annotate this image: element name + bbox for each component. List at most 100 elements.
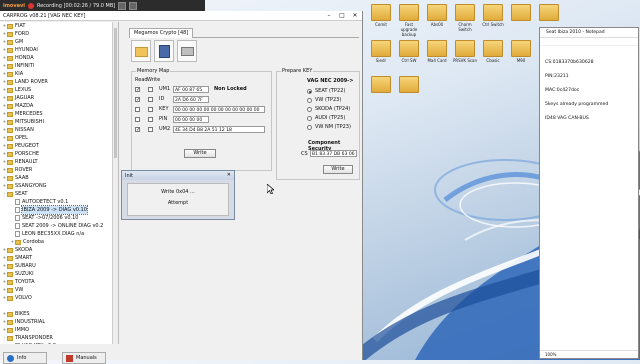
read-checkbox[interactable]: ✓ (135, 96, 140, 102)
tree-item[interactable]: SEAT 2009 -> ONLINE DIAG v0.2 (0, 222, 118, 230)
desktop-icon[interactable]: Ma4 Card (424, 40, 450, 63)
key-type-label: SEAT (TP22) (315, 88, 346, 94)
tree-item[interactable]: + HYUNDAI (0, 46, 118, 54)
memory-write-button[interactable]: Write (184, 149, 216, 158)
write-checkbox[interactable] (148, 116, 153, 122)
prepare-write-button[interactable]: Write (323, 165, 353, 174)
radio-button[interactable] (307, 115, 312, 121)
save-button[interactable] (154, 40, 174, 62)
tree-item-label: OPEL (15, 135, 28, 141)
tree-item[interactable]: + SSANGYONG (0, 182, 118, 190)
tree-item[interactable]: + IMMO (0, 326, 118, 334)
desktop-icon[interactable]: Charm Switch (452, 4, 478, 32)
tree-item[interactable]: AUTODETECT v0.1 (0, 198, 118, 206)
tree-item[interactable]: + Cordoba (0, 238, 118, 246)
memory-value-field[interactable]: 2A D6 60 7F (173, 96, 209, 103)
read-checkbox[interactable] (135, 106, 140, 112)
tab-megamos-crypto[interactable]: Megamos Crypto [48] (129, 28, 194, 38)
tree-item[interactable]: + LAND ROVER (0, 78, 118, 86)
memory-value-field[interactable]: 00 00 00 00 00 00 00 00 00 00 00 00 (173, 106, 265, 113)
desktop-icon[interactable]: PRSVK Scan (452, 40, 478, 63)
tree-item[interactable]: + SMART (0, 254, 118, 262)
write-checkbox[interactable] (148, 86, 153, 92)
record-icon[interactable] (27, 2, 34, 9)
tree-item[interactable]: + JAGUAR (0, 94, 118, 102)
tree-item[interactable]: + PORSCHE (0, 150, 118, 158)
stop-icon[interactable] (129, 1, 138, 10)
tree-item[interactable]: SEAT ->07/2006 v0.10 (0, 214, 118, 222)
key-type-option[interactable]: SKODA (TP24) (307, 105, 350, 113)
memory-value-field[interactable]: 00 00 00 00 (173, 116, 209, 123)
pause-icon[interactable] (118, 1, 127, 10)
key-type-option[interactable]: VW NM (TP23) (307, 123, 351, 131)
tree-item[interactable]: + KIA (0, 70, 118, 78)
tree-item[interactable]: + SKODA (0, 246, 118, 254)
desktop-icon[interactable]: M90 (508, 40, 534, 63)
desktop-icon[interactable]: Ctrl SW (396, 40, 422, 63)
key-type-option[interactable]: VW (TP23) (307, 96, 341, 104)
cs-field[interactable]: B1 83 37 DB 63 06 28 (310, 150, 357, 157)
write-checkbox[interactable] (148, 126, 153, 132)
key-type-option[interactable]: SEAT (TP22) (307, 87, 345, 95)
desktop-icon[interactable] (536, 4, 562, 22)
tree-item[interactable]: + OPEL (0, 134, 118, 142)
tree-item[interactable]: + GM (0, 38, 118, 46)
tree-item[interactable]: + BIKES (0, 310, 118, 318)
tree-item[interactable]: + PEUGEOT (0, 142, 118, 150)
tree-item[interactable]: + INDUSTRIAL (0, 318, 118, 326)
radio-button[interactable] (307, 106, 312, 112)
memory-value-field[interactable]: AF 00 87 65 (173, 86, 209, 93)
memory-value-field[interactable]: 4E 34 D4 B8 2A 51 12 18 (173, 126, 265, 133)
tree-item[interactable]: + SUZUKI (0, 270, 118, 278)
print-button[interactable] (177, 40, 197, 62)
info-button[interactable]: Info (3, 352, 47, 364)
radio-button[interactable] (307, 124, 312, 130)
tree-item[interactable]: + MERCEDES (0, 110, 118, 118)
radio-button[interactable] (307, 88, 312, 94)
tree-item[interactable]: VAG KEY v0.8 (0, 342, 118, 344)
tree-item[interactable]: - TRANSPONDER (0, 334, 118, 342)
read-checkbox[interactable]: ✓ (135, 126, 140, 132)
maximize-icon[interactable]: □ (337, 11, 347, 21)
minimize-icon[interactable]: – (324, 11, 334, 21)
tree-item[interactable]: + HONDA (0, 54, 118, 62)
tree-item[interactable]: LEON BEC35XX DIAG n/a (0, 230, 118, 238)
tree-item[interactable]: + MAZDA (0, 102, 118, 110)
read-checkbox[interactable]: ✓ (135, 86, 140, 92)
tree-item[interactable]: + TOYOTA (0, 278, 118, 286)
radio-button[interactable] (307, 97, 312, 103)
read-checkbox[interactable] (135, 116, 140, 122)
tree-item[interactable]: + MITSUBISHI (0, 118, 118, 126)
desktop-icon[interactable]: Fast upgrade backup (396, 4, 422, 37)
tree-item[interactable]: IBIZA 2009 -> DIAG v0.10 (0, 205, 118, 215)
close-icon[interactable]: ✕ (350, 11, 360, 21)
tree-item[interactable]: + ROVER (0, 166, 118, 174)
tree-item[interactable]: + INFINITI (0, 62, 118, 70)
desktop-icon[interactable]: Siedr (368, 40, 394, 63)
desktop-icon[interactable]: Abs00 (424, 4, 450, 27)
tree-item[interactable]: + FORD (0, 30, 118, 38)
write-checkbox[interactable] (148, 96, 153, 102)
desktop-icon[interactable] (368, 76, 394, 94)
tree-item[interactable]: + SAAB (0, 174, 118, 182)
tree-scrollbar[interactable] (112, 22, 118, 344)
dialog-close-icon[interactable]: ✕ (227, 171, 231, 180)
write-checkbox[interactable] (148, 106, 153, 112)
tree-item[interactable]: + SUBARU (0, 262, 118, 270)
tree-item[interactable]: + VOLVO (0, 294, 118, 302)
desktop-icon[interactable]: Ctrl Switch (480, 4, 506, 27)
tree-item[interactable]: + VW (0, 286, 118, 294)
desktop-icon[interactable]: Cbasic (480, 40, 506, 63)
desktop-icon[interactable] (396, 76, 422, 94)
desktop-icon[interactable]: Comit (368, 4, 394, 27)
notepad-text[interactable]: CS:0183370b630628 PIN:23211 MAC:0c427doc 5k… (545, 56, 608, 126)
tree-item[interactable]: + NISSAN (0, 126, 118, 134)
tree-item[interactable]: + LEXUS (0, 86, 118, 94)
manuals-button[interactable]: Manuals (62, 352, 106, 364)
tree-item[interactable]: + RENAULT (0, 158, 118, 166)
tree-item[interactable]: - SEAT (0, 190, 118, 198)
open-folder-button[interactable] (131, 40, 151, 62)
tree-item[interactable]: + FIAT (0, 22, 118, 30)
key-type-option[interactable]: AUDI (TP25) (307, 114, 345, 122)
desktop-icon[interactable] (508, 4, 534, 22)
